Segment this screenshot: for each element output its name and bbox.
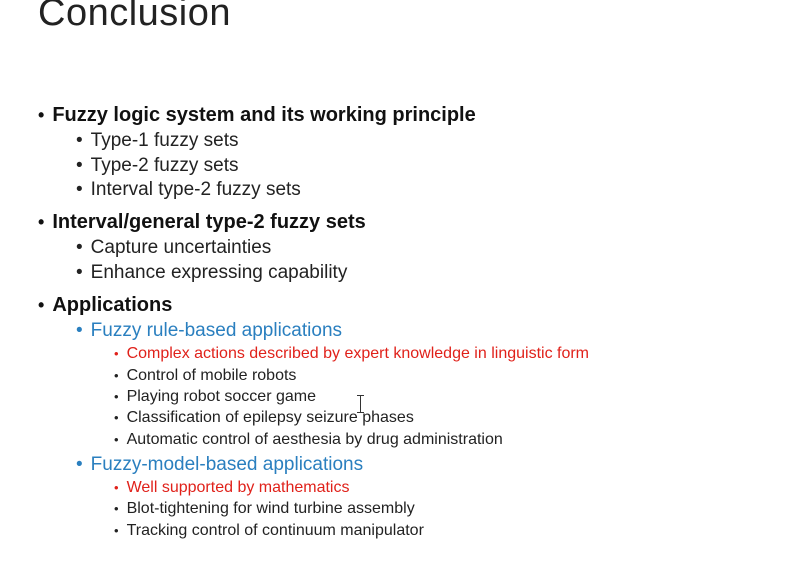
list-item: • Control of mobile robots [114,368,296,384]
section-heading-label: Fuzzy logic system and its working princ… [52,104,476,126]
list-item: • Classification of epilepsy seizure phas… [114,410,414,426]
slide: Conclusion • Fuzzy logic system and its w… [0,0,807,562]
section-heading-label: Interval/general type-2 fuzzy sets [52,211,366,233]
bullet-icon: • [114,346,119,361]
bullet-icon: • [38,212,45,232]
bullet-icon: • [114,523,119,538]
list-item-label: Control of mobile robots [126,367,297,384]
slide-title: Conclusion [38,0,231,34]
list-item: • Capture uncertainties [76,238,271,257]
section-heading-fuzzy-logic: • Fuzzy logic system and its working prin… [38,105,476,125]
bullet-icon: • [38,105,45,125]
list-item: • Blot-tightening for wind turbine assemb… [114,501,415,517]
bullet-icon: • [76,130,83,151]
list-item-label: Interval type-2 fuzzy sets [90,179,301,200]
list-item: • Interval type-2 fuzzy sets [76,180,301,199]
bullet-icon: • [76,237,83,258]
list-item-label: Automatic control of aesthesia by drug a… [126,431,503,448]
bullet-icon: • [114,368,119,383]
list-item: • Tracking control of continuum manipulat… [114,523,424,539]
bullet-icon: • [114,480,119,495]
list-item-label: Capture uncertainties [90,237,272,258]
bullet-icon: • [76,262,83,283]
list-item: • Automatic control of aesthesia by drug … [114,432,503,448]
list-item: • Enhance expressing capability [76,263,347,282]
group-heading-model-based: • Fuzzy-model-based applications [76,455,363,474]
list-item-label: Tracking control of continuum manipulato… [126,522,424,539]
list-item-label: Classification of epilepsy seizure phase… [126,409,414,426]
bullet-icon: • [76,155,83,176]
highlight-item-label: Well supported by mathematics [126,479,350,496]
bullet-icon: • [76,454,83,475]
list-item-label: Enhance expressing capability [90,262,348,283]
bullet-icon: • [76,179,83,200]
list-item: • Type-1 fuzzy sets [76,131,239,150]
section-heading-applications: • Applications [38,295,172,315]
list-item: • Playing robot soccer game [114,389,316,405]
list-item-label: Playing robot soccer game [126,388,316,405]
bullet-icon: • [38,295,45,315]
bullet-icon: • [114,389,119,404]
list-item-label: Type-1 fuzzy sets [90,130,239,151]
highlight-item-label: Complex actions described by expert know… [126,345,590,362]
section-heading-label: Applications [52,294,173,316]
list-item-label: Type-2 fuzzy sets [90,155,239,176]
group-heading-rule-based: • Fuzzy rule-based applications [76,321,342,340]
group-heading-label: Fuzzy rule-based applications [90,320,343,341]
list-item: • Type-2 fuzzy sets [76,156,239,175]
list-item-label: Blot-tightening for wind turbine assembl… [126,500,415,517]
highlight-item: • Well supported by mathematics [114,480,349,496]
bullet-icon: • [114,410,119,425]
bullet-icon: • [114,501,119,516]
bullet-icon: • [76,320,83,341]
highlight-item: • Complex actions described by expert kno… [114,346,589,362]
text-cursor-icon [357,395,365,413]
bullet-icon: • [114,432,119,447]
group-heading-label: Fuzzy-model-based applications [90,454,364,475]
section-heading-type2: • Interval/general type-2 fuzzy sets [38,212,366,232]
